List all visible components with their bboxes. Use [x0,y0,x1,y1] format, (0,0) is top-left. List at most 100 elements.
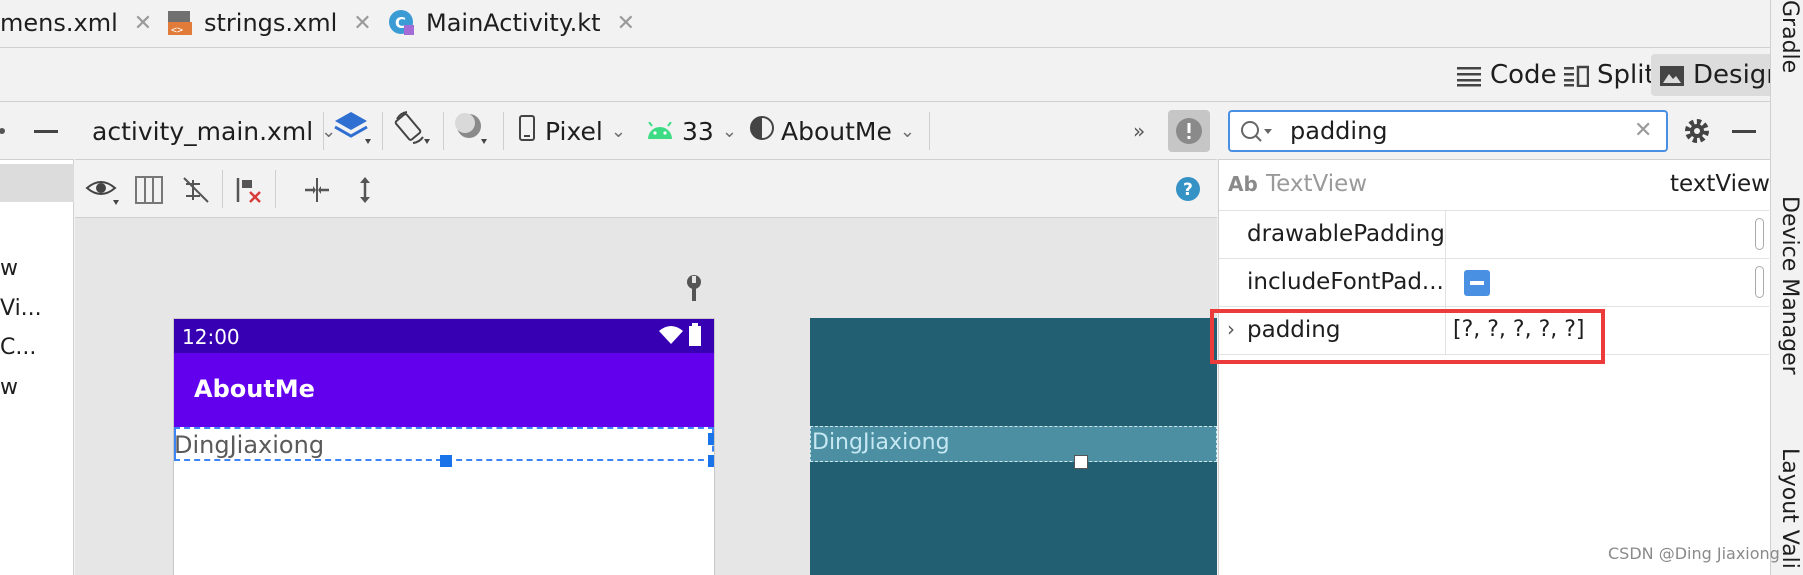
code-mode-button[interactable]: Code [1448,54,1565,96]
component-type-icon: Ab [1228,172,1258,196]
clear-constraints-icon[interactable] [233,174,265,206]
issues-button[interactable] [1168,110,1210,152]
search-input[interactable] [1290,118,1620,144]
tab-mainactivity-kt[interactable]: C MainActivity.kt ✕ [388,0,635,46]
editor-tab-bar: mens.xml ✕ <> strings.xml ✕ C MainActivi… [0,0,1770,48]
gradle-tool-tab[interactable]: Gradle [1777,0,1802,73]
strings-xml-icon: <> [166,9,194,37]
attribute-value-field[interactable] [1755,266,1764,298]
expand-vertical-icon[interactable] [349,174,381,206]
svg-text:?: ? [1183,180,1193,200]
attribute-value-field[interactable] [1755,218,1764,250]
split-icon [1563,64,1590,88]
toolbar-divider [443,112,444,150]
minimize-icon[interactable] [34,130,58,133]
theme-selector[interactable]: AboutMe ⌄ [749,111,915,151]
annotation-highlight-box [1210,309,1605,364]
resize-handle[interactable] [1074,455,1088,469]
view-options-button[interactable] [85,170,125,210]
toolbar-divider [382,112,383,150]
toolbar-divider [929,112,930,150]
split-mode-button[interactable]: Split [1555,54,1663,96]
device-label: Pixel [545,116,603,146]
android-icon [646,117,674,146]
attribute-name: drawablePadding [1247,221,1445,247]
battery-icon [688,323,702,352]
code-mode-label: Code [1490,60,1557,90]
component-id: textView [1670,171,1770,197]
blueprint-preview[interactable]: DingJiaxiong [810,318,1217,575]
close-icon[interactable]: ✕ [134,11,152,36]
palette-item[interactable]: C... [0,335,36,360]
layout-validation-tool-tab[interactable]: Layout Vali [1777,448,1802,569]
eye-icon [85,181,125,214]
search-icon [1240,120,1274,148]
attribute-row-includefontpadding[interactable]: includeFontPad... [1219,259,1769,307]
night-mode-icon [453,109,493,153]
help-icon[interactable]: ? [1175,176,1201,202]
palette-options-icon[interactable] [0,116,8,146]
warning-icon [1168,118,1210,156]
chevron-down-icon: ⌄ [899,120,915,142]
settings-gear-icon[interactable] [1683,117,1711,145]
wrench-icon[interactable] [682,274,706,302]
column-divider [1445,211,1446,259]
code-icon [1456,64,1482,87]
clear-search-icon[interactable]: ✕ [1634,118,1652,143]
pack-horizontal-icon[interactable] [301,174,333,206]
theme-label: AboutMe [781,116,892,146]
tab-dimens-xml[interactable]: mens.xml ✕ [0,0,152,46]
component-type: TextView [1266,171,1368,197]
tab-label: mens.xml [0,9,118,37]
attribute-search-field[interactable]: ✕ [1228,110,1668,152]
toolbar-divider [503,112,504,150]
textview-text[interactable]: DingJiaxiong [174,431,324,459]
tab-label: MainActivity.kt [426,9,601,37]
rotate-icon [393,109,433,153]
resize-handle[interactable] [708,433,714,445]
device-manager-tool-tab[interactable]: Device Manager [1777,196,1802,375]
toolbar-divider [275,170,276,208]
layout-file-selector[interactable]: activity_main.xml ⌄ [92,111,336,151]
palette-panel: w Vi... C... w [0,102,74,575]
toolbar-divider [323,112,324,150]
tab-strings-xml[interactable]: <> strings.xml ✕ [166,0,372,46]
chevron-down-icon: ⌄ [721,120,737,142]
blueprint-textview-text[interactable]: DingJiaxiong [812,430,950,455]
api-level-selector[interactable]: 33 ⌄ [646,111,737,151]
tab-label: strings.xml [204,9,338,37]
checkbox-indeterminate[interactable] [1464,270,1490,296]
palette-selected-row[interactable] [0,164,74,202]
palette-item[interactable]: w [0,256,18,281]
chevron-down-icon: ⌄ [610,120,626,142]
close-icon[interactable]: ✕ [353,11,371,36]
status-time: 12:00 [182,325,240,349]
attribute-row-drawablepadding[interactable]: drawablePadding [1219,211,1769,259]
column-layout-icon[interactable] [133,174,165,206]
device-selector[interactable]: Pixel ⌄ [519,111,626,151]
design-constraint-toolbar: ? [75,160,1217,218]
night-mode-button[interactable] [453,111,493,151]
app-bar: AboutMe [174,353,714,427]
palette-item[interactable]: Vi... [0,296,42,321]
toolbar-divider [222,170,223,208]
more-actions-button[interactable]: » [1133,111,1145,151]
kotlin-file-icon: C [388,9,416,37]
split-mode-label: Split [1597,60,1655,90]
attribute-name: includeFontPad... [1247,269,1444,295]
svg-text:<>: <> [171,25,183,36]
design-preview[interactable]: 12:00 AboutMe DingJiaxiong [173,318,715,575]
resize-handle[interactable] [708,455,714,467]
palette-item[interactable]: w [0,375,18,400]
minimize-icon[interactable] [1732,130,1756,133]
layers-icon [333,109,373,153]
watermark: CSDN @Ding Jiaxiong [1608,544,1780,563]
theme-icon [749,115,775,147]
close-icon[interactable]: ✕ [617,11,635,36]
orientation-button[interactable] [393,111,433,151]
api-level-label: 33 [682,116,714,146]
design-surface-button[interactable] [333,111,373,151]
palette-header [0,102,74,160]
disable-autoconnect-icon[interactable] [180,174,212,206]
resize-handle[interactable] [440,455,452,467]
